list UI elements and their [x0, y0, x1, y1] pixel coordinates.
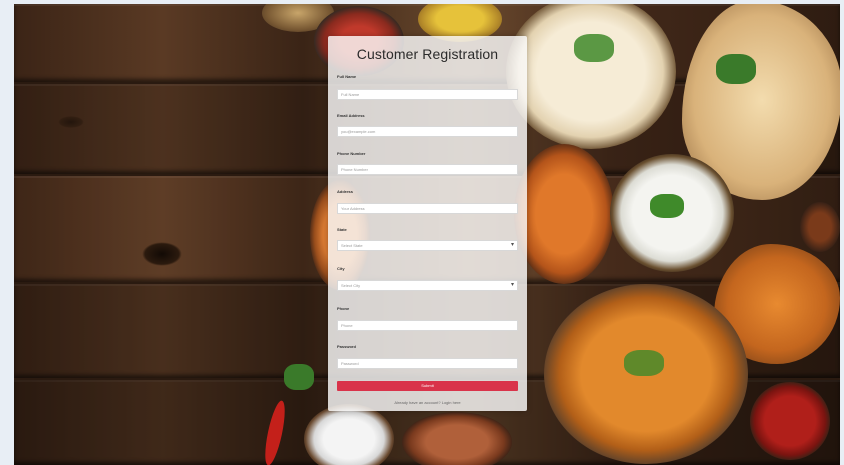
address-input[interactable]: Your Address	[337, 203, 518, 214]
phone-number-label: Phone Number	[337, 151, 366, 156]
phone-number-input[interactable]: Phone Number	[337, 164, 518, 175]
phone-label: Phone	[337, 306, 350, 311]
full-name-label: Full Name	[337, 74, 357, 79]
login-link[interactable]: Already have an account? Login here	[328, 400, 527, 405]
wood-knot	[142, 242, 182, 266]
raita-bowl	[304, 404, 394, 465]
password-label: Password	[337, 344, 356, 349]
submit-button[interactable]: Submit	[337, 381, 518, 391]
password-input[interactable]: Password	[337, 358, 518, 369]
email-input[interactable]: you@example.com	[337, 126, 518, 137]
full-name-input[interactable]: Full Name	[337, 89, 518, 100]
herb-garnish	[284, 364, 314, 390]
state-select[interactable]: Select State	[337, 240, 518, 251]
form-title: Customer Registration	[356, 46, 499, 62]
phone-input[interactable]: Phone	[337, 320, 518, 331]
curry-bowl	[514, 144, 614, 284]
spice-bowl	[800, 202, 840, 252]
herb-garnish	[716, 54, 756, 84]
herb-garnish	[650, 194, 684, 218]
state-label: State	[337, 227, 347, 232]
address-label: Address	[337, 189, 354, 194]
dal-bowl	[402, 412, 512, 465]
city-select[interactable]: Select City	[337, 280, 518, 291]
wood-knot	[58, 116, 84, 128]
email-label: Email Address	[337, 113, 365, 118]
herb-garnish	[574, 34, 614, 62]
city-label: City	[337, 266, 345, 271]
chutney-bowl	[750, 382, 830, 460]
herb-garnish	[624, 350, 664, 376]
registration-form-card: Customer Registration Full Name Full Nam…	[328, 36, 527, 411]
